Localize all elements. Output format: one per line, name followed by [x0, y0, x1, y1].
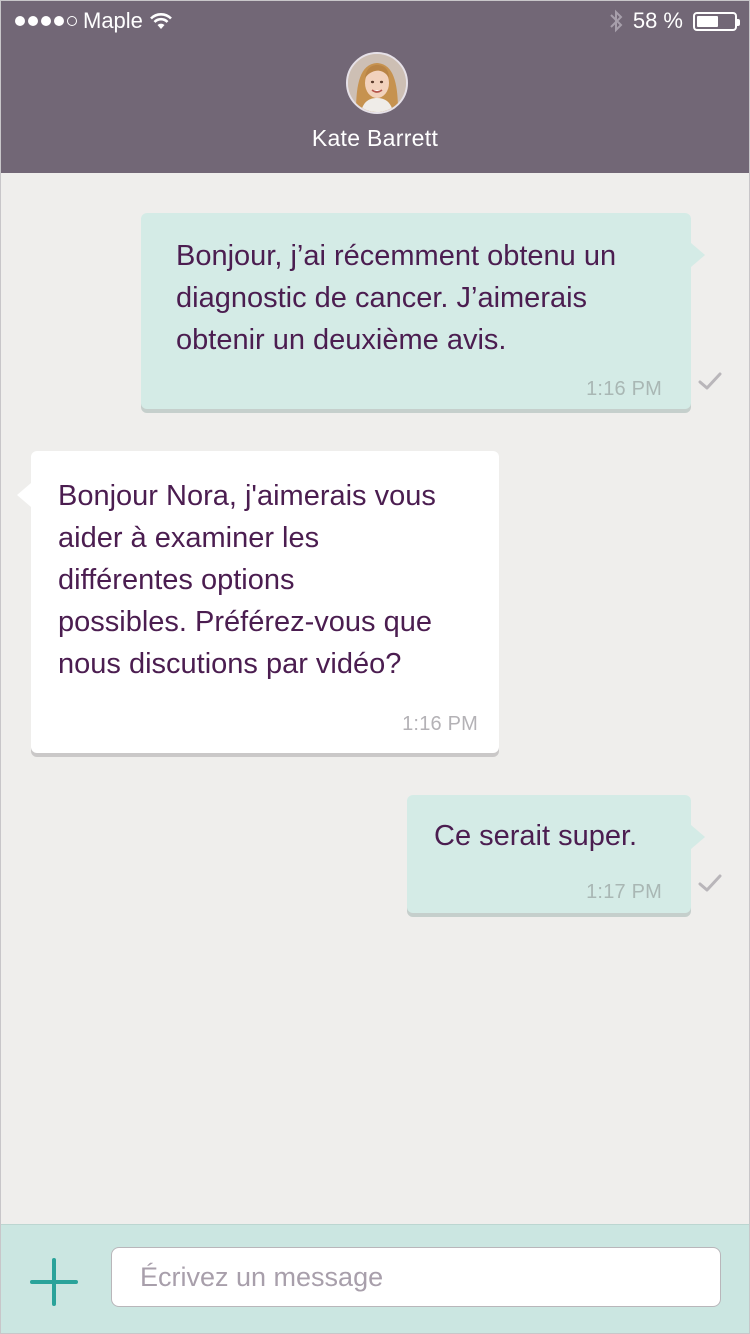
message-text: Bonjour, j’ai récemment obtenu un diagno…	[176, 240, 617, 356]
status-bar: Maple 58 %	[1, 1, 749, 41]
message-bubble-outgoing[interactable]: Bonjour, j’ai récemment obtenu un diagno…	[141, 213, 705, 409]
wifi-icon	[149, 13, 172, 29]
message-bubble-incoming[interactable]: Bonjour Nora, j'aimerais vous aider à ex…	[17, 451, 499, 753]
contact-name: Kate Barrett	[311, 125, 439, 151]
contact-avatar[interactable]	[346, 52, 408, 114]
read-check-icon	[698, 372, 722, 390]
chat-header: Maple 58 % Kate Barrett	[1, 1, 749, 173]
carrier-name: Maple	[83, 8, 143, 33]
message-timestamp: 1:17 PM	[586, 881, 662, 903]
add-attachment-button[interactable]	[30, 1258, 78, 1306]
battery-icon	[693, 11, 740, 31]
battery-percent: 58 %	[632, 8, 683, 33]
message-timestamp: 1:16 PM	[586, 378, 662, 400]
message-timestamp: 1:16 PM	[402, 713, 478, 735]
bluetooth-icon	[610, 9, 623, 33]
signal-strength-icon	[15, 16, 77, 26]
read-check-icon	[698, 874, 722, 892]
message-text: Ce serait super.	[434, 820, 638, 852]
message-input[interactable]	[111, 1247, 721, 1307]
message-text: Bonjour Nora, j'aimerais vous aider à ex…	[58, 480, 436, 680]
message-composer	[1, 1224, 749, 1333]
message-bubble-outgoing[interactable]: Ce serait super. 1:17 PM	[407, 795, 705, 913]
